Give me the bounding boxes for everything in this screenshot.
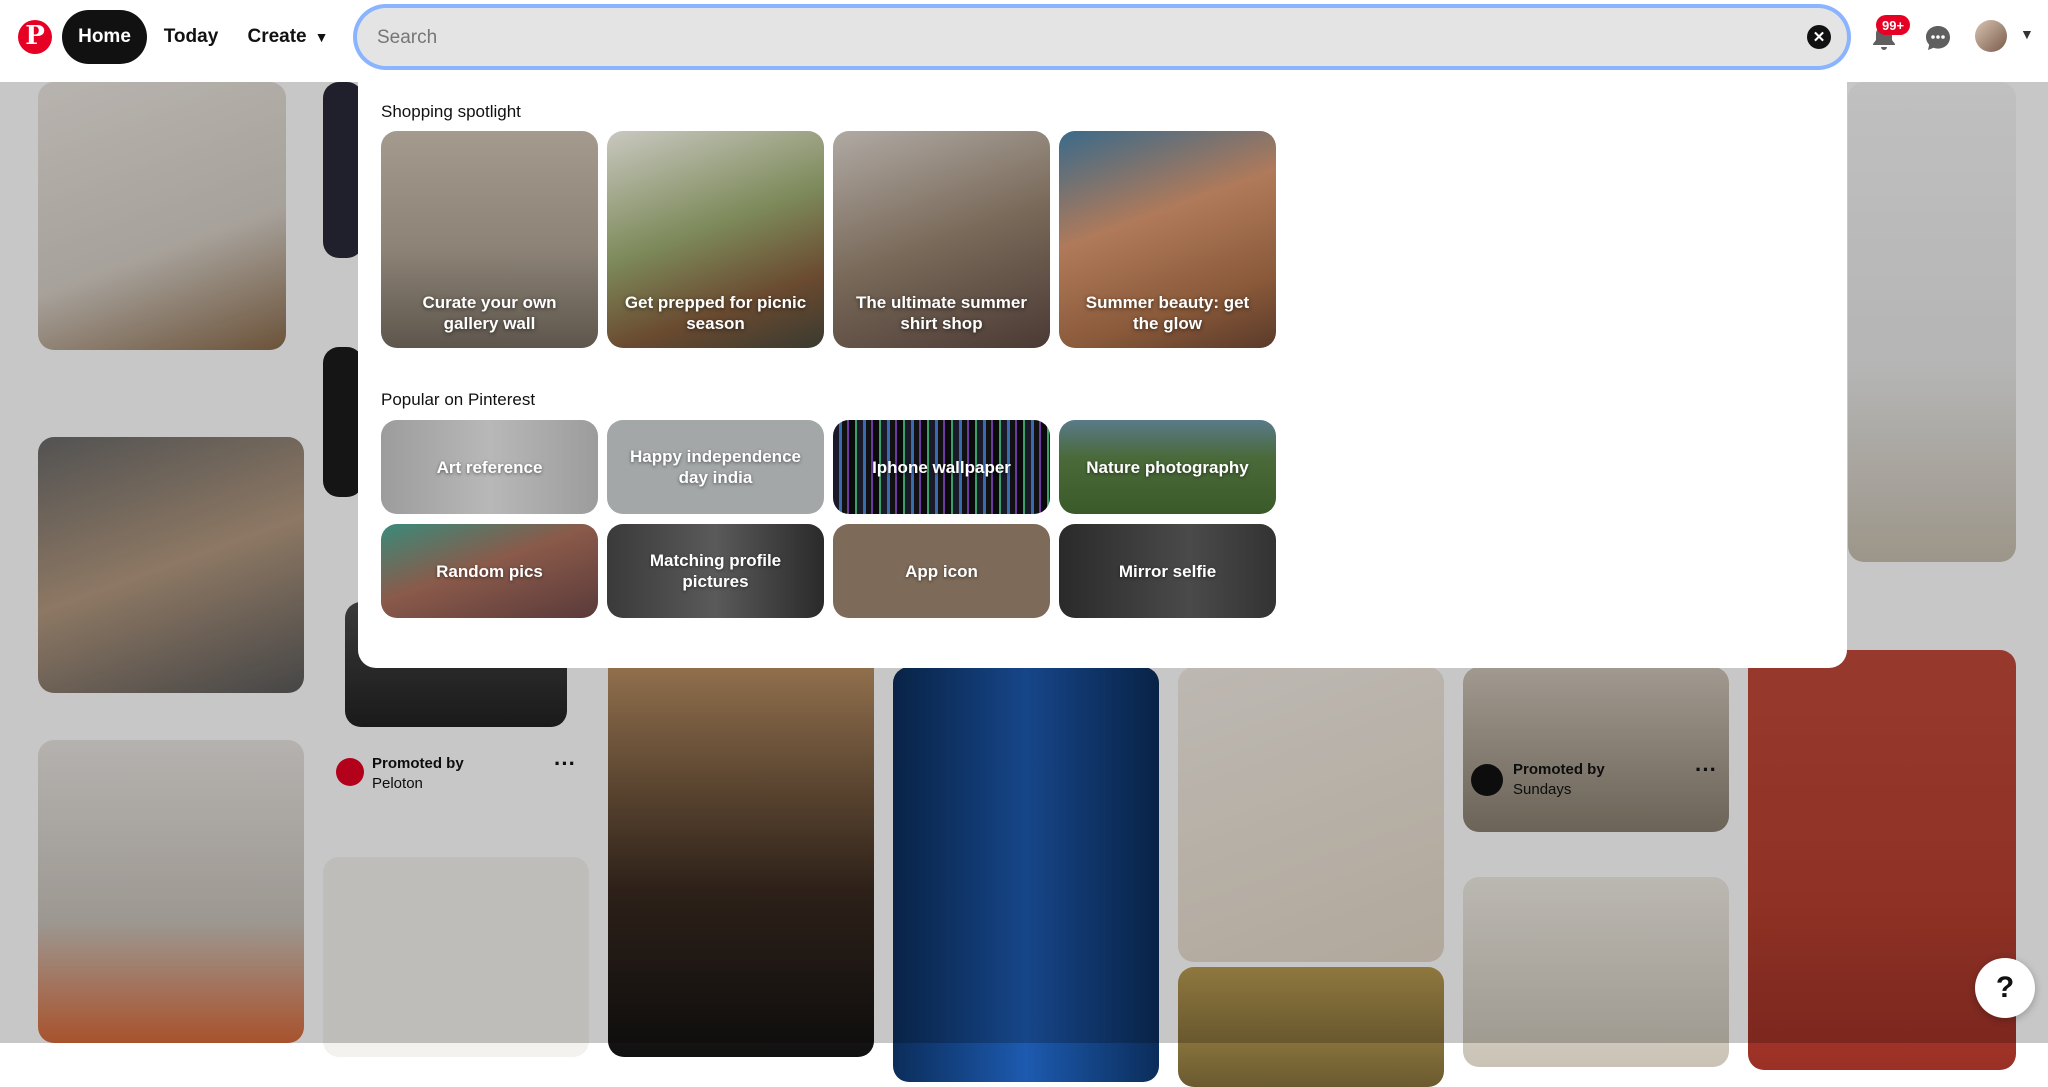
popular-on-pinterest-title: Popular on Pinterest <box>381 390 536 409</box>
search-input[interactable] <box>375 8 1759 68</box>
nav-today-button[interactable]: Today <box>152 10 230 64</box>
popular-card-mirror-selfie[interactable]: Mirror selfie <box>1059 524 1276 618</box>
spotlight-card-summer-shirt[interactable]: The ultimate summer shirt shop <box>833 131 1050 348</box>
popular-card-art-reference[interactable]: Art reference <box>381 420 598 514</box>
pinterest-logo-icon[interactable]: P <box>18 20 52 54</box>
nav-home-label: Home <box>78 26 131 47</box>
popular-card-label: Matching profile pictures <box>649 551 782 591</box>
spotlight-card-label: Summer beauty: get the glow <box>1085 293 1250 333</box>
help-icon: ? <box>1995 971 2015 1004</box>
spotlight-card-summer-beauty[interactable]: Summer beauty: get the glow <box>1059 131 1276 348</box>
nav-today-label: Today <box>163 26 219 47</box>
account-chevron-down-icon[interactable]: ▼ <box>2020 26 2034 42</box>
help-button[interactable]: ? <box>1975 958 2035 1018</box>
spotlight-card-label: Get prepped for picnic season <box>624 293 807 333</box>
popular-card-nature-photography[interactable]: Nature photography <box>1059 420 1276 514</box>
popular-card-app-icon[interactable]: App icon <box>833 524 1050 618</box>
spotlight-card-label: Curate your own gallery wall <box>422 293 557 333</box>
spotlight-card-gallery-wall[interactable]: Curate your own gallery wall <box>381 131 598 348</box>
spotlight-card-picnic[interactable]: Get prepped for picnic season <box>607 131 824 348</box>
nav-home-button[interactable]: Home <box>62 10 147 64</box>
profile-avatar[interactable] <box>1975 20 2007 52</box>
spotlight-card-label: The ultimate summer shirt shop <box>856 293 1027 333</box>
popular-card-random-pics[interactable]: Random pics <box>381 524 598 618</box>
messages-icon[interactable] <box>1918 18 1958 58</box>
popular-card-iphone-wallpaper[interactable]: Iphone wallpaper <box>833 420 1050 514</box>
popular-card-label: Random pics <box>436 561 543 581</box>
chevron-down-icon: ▼ <box>314 29 329 45</box>
popular-card-label: Nature photography <box>1086 457 1249 477</box>
popular-card-label: App icon <box>905 561 978 581</box>
search-dropdown: Shopping spotlight Curate your own galle… <box>358 78 1847 668</box>
popular-card-label: Iphone wallpaper <box>872 457 1011 477</box>
notifications-badge: 99+ <box>1876 15 1911 35</box>
popular-card-label: Happy independence day india <box>630 447 801 487</box>
clear-search-icon[interactable]: ✕ <box>1807 25 1831 49</box>
popular-card-label: Art reference <box>436 457 543 477</box>
popular-card-independence-day[interactable]: Happy independence day india <box>607 420 824 514</box>
popular-card-matching-profile[interactable]: Matching profile pictures <box>607 524 824 618</box>
top-nav: P Home Today Create ▼ ✕ 99+ ▼ <box>0 0 2048 82</box>
shopping-spotlight-title: Shopping spotlight <box>381 102 521 121</box>
nav-create-label: Create <box>247 26 307 47</box>
search-bar: ✕ <box>357 8 1847 68</box>
popular-card-label: Mirror selfie <box>1118 561 1217 581</box>
nav-create-button[interactable]: Create ▼ <box>238 10 338 64</box>
